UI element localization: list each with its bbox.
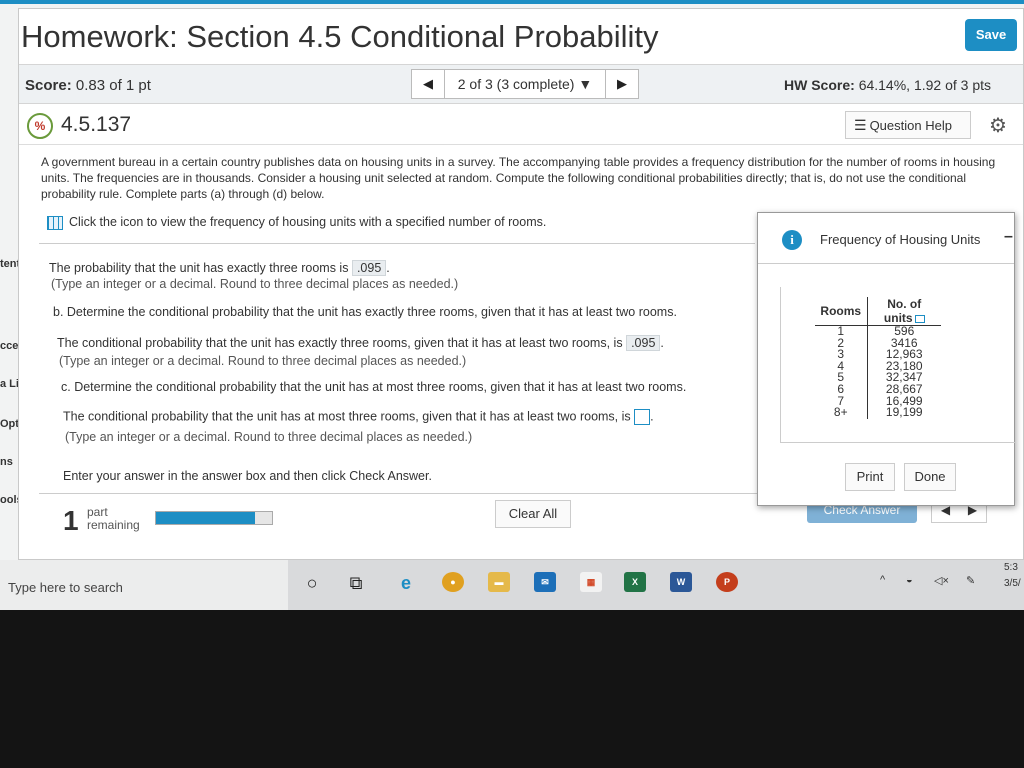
score-value: 0.83 of 1 pt [75, 77, 151, 94]
table-row: 1 596 [815, 325, 941, 338]
sidebar-item-ns[interactable]: ns [0, 456, 13, 468]
mail-icon[interactable]: ✉ [534, 572, 556, 592]
part-a-answer[interactable]: .095 [351, 260, 387, 276]
part-c-hint: (Type an integer or a decimal. Round to … [65, 430, 473, 444]
column-header-units: No. of units [867, 297, 941, 326]
table-link-text: Click the icon to view the frequency of … [69, 215, 547, 229]
cortana-icon[interactable]: ○ [300, 572, 324, 594]
question-navigator: ◀ 2 of 3 (3 complete) ▼ ▶ [411, 69, 639, 99]
store-icon[interactable]: ▦ [580, 572, 602, 592]
system-clock[interactable]: 5:3 3/5/ [1004, 560, 1021, 592]
rooms-cell: 8+ [815, 406, 868, 419]
part-a-statement: The probability that the unit has exactl… [49, 260, 390, 276]
table-link[interactable]: Click the icon to view the frequency of … [47, 215, 546, 230]
question-help-label: Question Help [869, 118, 952, 133]
question-header: % 4.5.137 ☰ Question Help ⚙ [19, 105, 1023, 145]
remaining-word: remaining [87, 518, 140, 532]
part-c-statement: The conditional probability that the uni… [63, 409, 654, 425]
homework-panel: Homework: Section 4.5 Conditional Probab… [18, 8, 1024, 560]
clock-time: 5:3 [1004, 562, 1018, 573]
part-b-prompt: b. Determine the conditional probability… [53, 305, 677, 319]
problem-text: A government bureau in a certain country… [41, 155, 996, 201]
taskbar-search[interactable]: Type here to search [0, 560, 288, 610]
edge-icon[interactable]: e [394, 572, 418, 594]
question-help-button[interactable]: ☰ Question Help [845, 111, 971, 139]
page-title: Homework: Section 4.5 Conditional Probab… [21, 19, 659, 54]
table-icon[interactable] [47, 215, 63, 230]
word-icon[interactable]: W [670, 572, 692, 592]
save-button[interactable]: Save [965, 19, 1017, 51]
gear-icon[interactable]: ⚙ [989, 113, 1007, 138]
volume-icon[interactable]: ◁× [934, 574, 949, 587]
screen: tents ccess a Librai Options ns ools Hom… [0, 0, 1024, 560]
part-b-answer[interactable]: .095 [626, 335, 661, 351]
part-b-hint: (Type an integer or a decimal. Round to … [59, 354, 467, 368]
network-icon[interactable]: ◒ [906, 574, 913, 586]
progress-bar [155, 511, 273, 525]
progress-fill [156, 512, 255, 524]
taskbar-search-placeholder: Type here to search [8, 580, 123, 595]
parts-word: part [87, 505, 108, 519]
clock-date: 3/5/ [1004, 578, 1021, 589]
chevron-up-icon[interactable]: ^ [880, 574, 885, 586]
part-c-prompt: c. Determine the conditional probability… [61, 380, 687, 394]
table-container: Rooms No. of units 1 596 2 3416 3 12,963 42… [780, 287, 1016, 443]
part-a-hint: (Type an integer or a decimal. Round to … [51, 277, 459, 291]
minimize-button[interactable]: – [1004, 228, 1013, 246]
prev-question-button[interactable]: ◀ [411, 69, 445, 99]
part-b-statement: The conditional probability that the uni… [57, 335, 664, 351]
hw-score-label: HW Score: [784, 77, 855, 93]
score: Score: 0.83 of 1 pt [25, 77, 151, 94]
part-c-text: The conditional probability that the uni… [63, 409, 631, 424]
part-b-text: The conditional probability that the uni… [57, 336, 623, 350]
done-button[interactable]: Done [904, 463, 956, 491]
top-accent-line [0, 0, 1024, 4]
monitor-bezel [0, 610, 1024, 768]
divider [758, 263, 1014, 264]
column-header-rooms: Rooms [815, 297, 868, 326]
instruction-text: Enter your answer in the answer box and … [63, 469, 432, 483]
score-label: Score: [25, 77, 72, 94]
print-button[interactable]: Print [845, 463, 895, 491]
divider [39, 243, 755, 244]
pen-icon[interactable]: ✎ [966, 574, 975, 587]
frequency-table: Rooms No. of units 1 596 2 3416 3 12,963 42… [815, 297, 941, 419]
clear-all-button[interactable]: Clear All [495, 500, 571, 528]
units-cell: 19,199 [885, 405, 923, 420]
windows-taskbar: Type here to search ○ ⧉ e ● ▬ ✉ ▦ X W P … [0, 560, 1024, 610]
partial-credit-icon: % [27, 113, 53, 139]
list-icon: ☰ [854, 117, 867, 133]
question-number: 4.5.137 [61, 113, 132, 136]
popup-title: Frequency of Housing Units [820, 232, 981, 247]
hw-score: HW Score: 64.14%, 1.92 of 3 pts [784, 77, 991, 93]
part-a-text: The probability that the unit has exactl… [49, 261, 349, 275]
part-c-answer-input[interactable] [634, 409, 651, 425]
score-bar: Score: 0.83 of 1 pt ◀ 2 of 3 (3 complete… [19, 64, 1023, 104]
task-view-icon[interactable]: ⧉ [344, 572, 368, 594]
table-header-row: Rooms No. of units [815, 297, 941, 326]
hw-score-value: 64.14%, 1.92 of 3 pts [858, 77, 992, 93]
question-select[interactable]: 2 of 3 (3 complete) ▼ [445, 69, 605, 99]
file-explorer-icon[interactable]: ▬ [488, 572, 510, 592]
frequency-popup: i Frequency of Housing Units – Rooms No.… [757, 212, 1016, 506]
excel-icon[interactable]: X [624, 572, 646, 592]
next-question-button[interactable]: ▶ [605, 69, 639, 99]
info-icon: i [782, 230, 802, 250]
powerpoint-icon[interactable]: P [716, 572, 738, 592]
chrome-icon[interactable]: ● [442, 572, 464, 592]
parts-remaining-count: 1 [63, 505, 79, 536]
parts-remaining-label: part remaining [87, 506, 140, 532]
copy-icon[interactable] [914, 314, 925, 323]
table-row: 8+ 19,199 [815, 405, 941, 420]
